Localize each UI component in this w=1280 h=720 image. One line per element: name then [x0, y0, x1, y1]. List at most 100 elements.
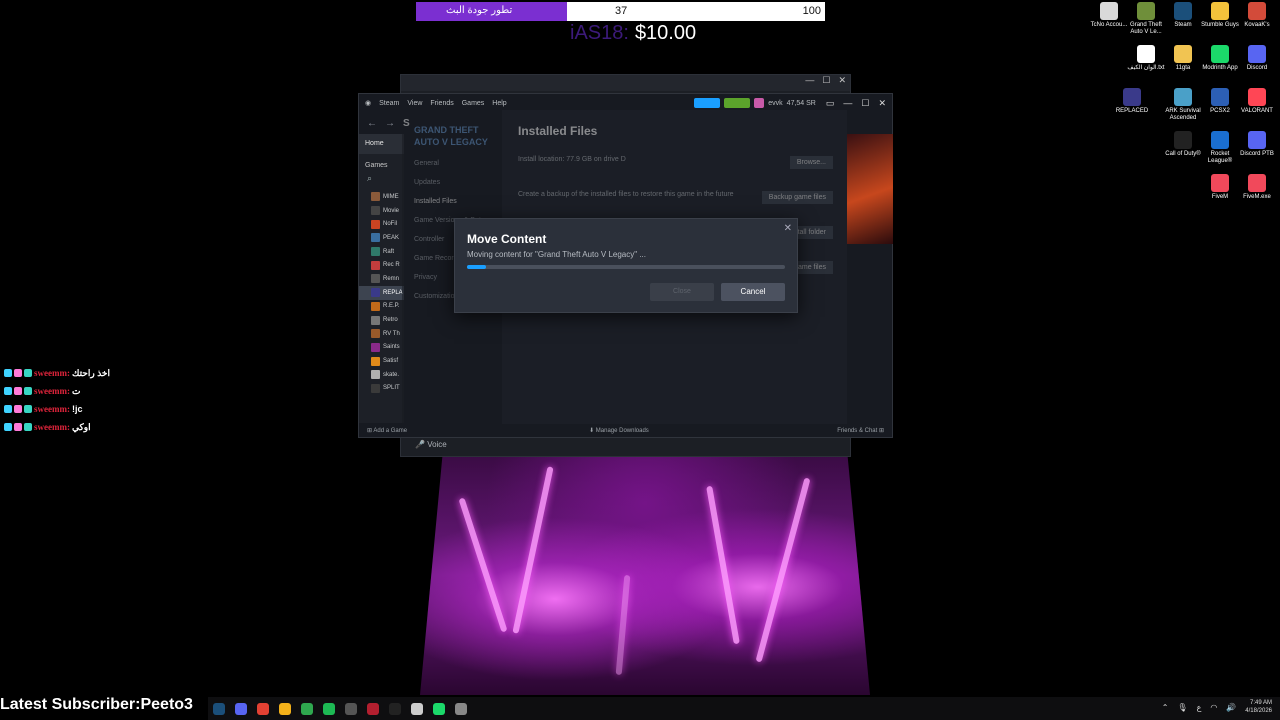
menu-item[interactable]: View: [407, 100, 422, 107]
wallet-balance: 47,54 SR: [786, 99, 816, 107]
taskbar-app[interactable]: [252, 698, 274, 720]
desktop-shortcut[interactable]: REPLACED: [1113, 88, 1151, 115]
library-game-item[interactable]: REPLA: [359, 285, 404, 300]
game-hero-image: [847, 134, 893, 244]
chevron-up-icon[interactable]: ⌃: [1162, 703, 1169, 712]
close-icon[interactable]: ✕: [878, 98, 886, 109]
minimize-icon[interactable]: —: [805, 75, 814, 91]
desktop-shortcut[interactable]: TcNo Accou...: [1090, 2, 1128, 29]
desktop-shortcut[interactable]: Rocket League®: [1201, 131, 1239, 165]
clock[interactable]: 7:49 AM 4/18/2026: [1245, 699, 1272, 715]
browse-button[interactable]: Browse...: [789, 156, 833, 169]
screen-icon[interactable]: ▭: [826, 98, 835, 109]
game-thumbnail: [371, 301, 380, 311]
library-game-item[interactable]: skate.: [359, 368, 404, 382]
language-indicator[interactable]: ع: [1197, 703, 1202, 712]
volume-icon[interactable]: 🔊: [1226, 703, 1236, 712]
taskbar-app[interactable]: [406, 698, 428, 720]
library-game-item[interactable]: Rec R: [359, 258, 404, 272]
close-button[interactable]: Close: [650, 283, 714, 301]
minimize-icon[interactable]: —: [843, 98, 852, 109]
menu-item[interactable]: Steam: [379, 100, 399, 107]
norton-taskbar-icon: [279, 702, 291, 715]
desktop-shortcut[interactable]: ARK Survival Ascended: [1164, 88, 1202, 122]
backup-button[interactable]: Backup game files: [761, 191, 833, 204]
desktop-shortcut[interactable]: FiveM.exe: [1238, 174, 1276, 201]
taskbar-app[interactable]: [208, 698, 230, 720]
maximize-icon[interactable]: ☐: [822, 75, 830, 91]
search-icon[interactable]: ⌕: [359, 173, 404, 190]
game-name: SPLIT: [383, 385, 400, 392]
desktop-shortcut[interactable]: 11gta: [1164, 45, 1202, 72]
library-game-item[interactable]: PEAK: [359, 231, 404, 245]
desktop-shortcut[interactable]: FiveM: [1201, 174, 1239, 201]
terminal-taskbar-icon: [455, 702, 467, 715]
desktop-shortcut[interactable]: Discord PTB: [1238, 131, 1276, 158]
library-game-item[interactable]: Raft: [359, 245, 404, 259]
library-game-item[interactable]: NoFil: [359, 217, 404, 231]
menu-item[interactable]: Help: [492, 100, 506, 107]
desktop-shortcut-label: TcNo Accou...: [1090, 22, 1128, 28]
close-icon[interactable]: ✕: [838, 75, 846, 91]
taskbar-app[interactable]: [384, 698, 406, 720]
taskbar-app[interactable]: [428, 698, 450, 720]
desktop-shortcut[interactable]: PCSX2: [1201, 88, 1239, 115]
announce-icon[interactable]: [694, 98, 721, 108]
desktop-shortcut[interactable]: Stumble Guys: [1201, 2, 1239, 29]
desktop-shortcut[interactable]: VALORANT: [1238, 88, 1276, 115]
properties-section[interactable]: General: [414, 160, 490, 179]
desktop-shortcut[interactable]: Call of Duty®: [1164, 131, 1202, 158]
game-thumbnail: [371, 383, 380, 393]
desktop-shortcut[interactable]: KovaaK's: [1238, 2, 1276, 29]
taskbar-app[interactable]: [362, 698, 384, 720]
maximize-icon[interactable]: ☐: [861, 98, 869, 109]
voice-item[interactable]: 🎤 Voice: [415, 440, 447, 449]
sub-badge-icon: [24, 423, 32, 431]
microphone-icon[interactable]: 🎙: [1177, 703, 1187, 712]
back-arrow-icon[interactable]: ←: [367, 118, 377, 129]
cancel-button[interactable]: Cancel: [721, 283, 785, 301]
library-game-item[interactable]: SPLIT: [359, 382, 404, 396]
manage-downloads-button[interactable]: ⬇ Manage Downloads: [589, 427, 649, 434]
notification-icon[interactable]: [724, 98, 751, 108]
network-icon[interactable]: ◠: [1210, 703, 1217, 712]
close-icon[interactable]: ✕: [784, 223, 792, 234]
text-file-icon: [1137, 45, 1155, 63]
add-game-button[interactable]: ⊞ Add a Game: [367, 427, 407, 434]
library-game-item[interactable]: Saints: [359, 341, 404, 355]
games-filter[interactable]: Games: [359, 154, 404, 173]
library-game-item[interactable]: Satisf: [359, 354, 404, 368]
desktop-shortcut[interactable]: Modrinth App: [1201, 45, 1239, 72]
sub-badge-icon: [24, 405, 32, 413]
desktop-shortcut-label: Discord PTB: [1240, 151, 1274, 157]
home-button[interactable]: Home: [359, 134, 404, 154]
chat-username: sweemm:: [34, 422, 70, 432]
properties-section[interactable]: Updates: [414, 179, 490, 198]
library-game-item[interactable]: MIME: [359, 190, 404, 204]
menu-item[interactable]: Games: [462, 100, 485, 107]
fivem-exe-icon: [1248, 174, 1266, 192]
taskbar-app[interactable]: [274, 698, 296, 720]
taskbar-app[interactable]: [318, 698, 340, 720]
desktop-shortcut[interactable]: Grand Theft Auto V Le...: [1127, 2, 1165, 36]
forward-arrow-icon[interactable]: →: [385, 118, 395, 129]
chat-message: sweemm: ت: [4, 382, 110, 400]
library-game-item[interactable]: Remn: [359, 272, 404, 286]
friends-chat-button[interactable]: Friends & Chat ⊞: [837, 427, 884, 434]
menu-item[interactable]: Friends: [430, 100, 453, 107]
avatar[interactable]: [754, 98, 765, 108]
account-name[interactable]: evvk: [768, 100, 782, 107]
taskbar-app[interactable]: [230, 698, 252, 720]
desktop-shortcut[interactable]: Steam: [1164, 2, 1202, 29]
properties-section[interactable]: Installed Files: [414, 198, 490, 217]
taskbar-app[interactable]: [450, 698, 472, 720]
desktop-shortcut-label: FiveM: [1211, 194, 1229, 200]
desktop-shortcut[interactable]: الوان الكيف.txt: [1127, 45, 1165, 72]
taskbar-app[interactable]: [296, 698, 318, 720]
library-game-item[interactable]: RV Th: [359, 327, 404, 341]
library-game-item[interactable]: R.E.P.: [359, 300, 404, 314]
desktop-shortcut[interactable]: Discord: [1238, 45, 1276, 72]
library-game-item[interactable]: Retro: [359, 313, 404, 327]
library-game-item[interactable]: Movie: [359, 204, 404, 218]
taskbar-app[interactable]: [340, 698, 362, 720]
